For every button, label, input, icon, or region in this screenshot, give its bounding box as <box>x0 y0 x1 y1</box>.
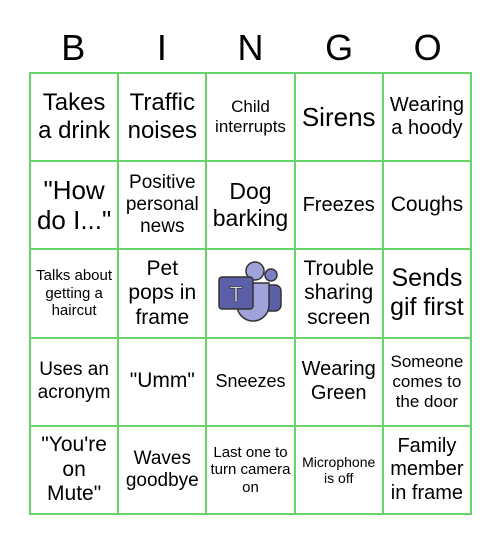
bingo-cell[interactable]: Microphone is off <box>294 425 383 514</box>
header-letter-g: G <box>325 27 354 68</box>
bingo-cell[interactable]: Family member in frame <box>382 425 471 514</box>
bingo-cell[interactable]: Wearing a hoody <box>382 73 471 162</box>
header-letter-n: N <box>237 27 264 68</box>
bingo-header: B I N G O <box>29 26 472 70</box>
bingo-cell[interactable]: Trouble sharing screen <box>294 249 383 338</box>
bingo-cell[interactable]: Last one to turn camera on <box>206 425 295 514</box>
bingo-cell[interactable]: "You're on Mute" <box>30 425 119 514</box>
bingo-cell[interactable]: Sends gif first <box>382 249 471 338</box>
header-letter-i: I <box>156 27 167 68</box>
bingo-cell[interactable]: Uses an acronym <box>30 337 119 426</box>
bingo-cell[interactable]: Someone comes to the door <box>382 337 471 426</box>
header-letter-o: O <box>413 27 442 68</box>
bingo-cell[interactable]: Talks about getting a haircut <box>30 249 119 338</box>
bingo-cell[interactable]: "How do I..." <box>30 161 119 250</box>
bingo-cell[interactable]: Freezes <box>294 161 383 250</box>
bingo-cell[interactable]: Takes a drink <box>30 73 119 162</box>
bingo-grid: Takes a drink Traffic noises Child inter… <box>29 72 472 515</box>
bingo-cell[interactable]: Traffic noises <box>118 73 207 162</box>
bingo-cell[interactable]: Sneezes <box>206 337 295 426</box>
free-space-cell[interactable]: T <box>206 249 295 338</box>
bingo-cell[interactable]: Waves goodbye <box>118 425 207 514</box>
header-letter-b: B <box>61 27 86 68</box>
bingo-cell[interactable]: Child interrupts <box>206 73 295 162</box>
bingo-cell[interactable]: Positive personal news <box>118 161 207 250</box>
bingo-cell[interactable]: Dog barking <box>206 161 295 250</box>
bingo-cell[interactable]: Wearing Green <box>294 337 383 426</box>
bingo-cell[interactable]: "Umm" <box>118 337 207 426</box>
bingo-cell[interactable]: Pet pops in frame <box>118 249 207 338</box>
bingo-cell[interactable]: Coughs <box>382 161 471 250</box>
bingo-cell[interactable]: Sirens <box>294 73 383 162</box>
microsoft-teams-logo-icon: T <box>218 261 283 323</box>
teams-logo-letter: T <box>230 282 243 307</box>
